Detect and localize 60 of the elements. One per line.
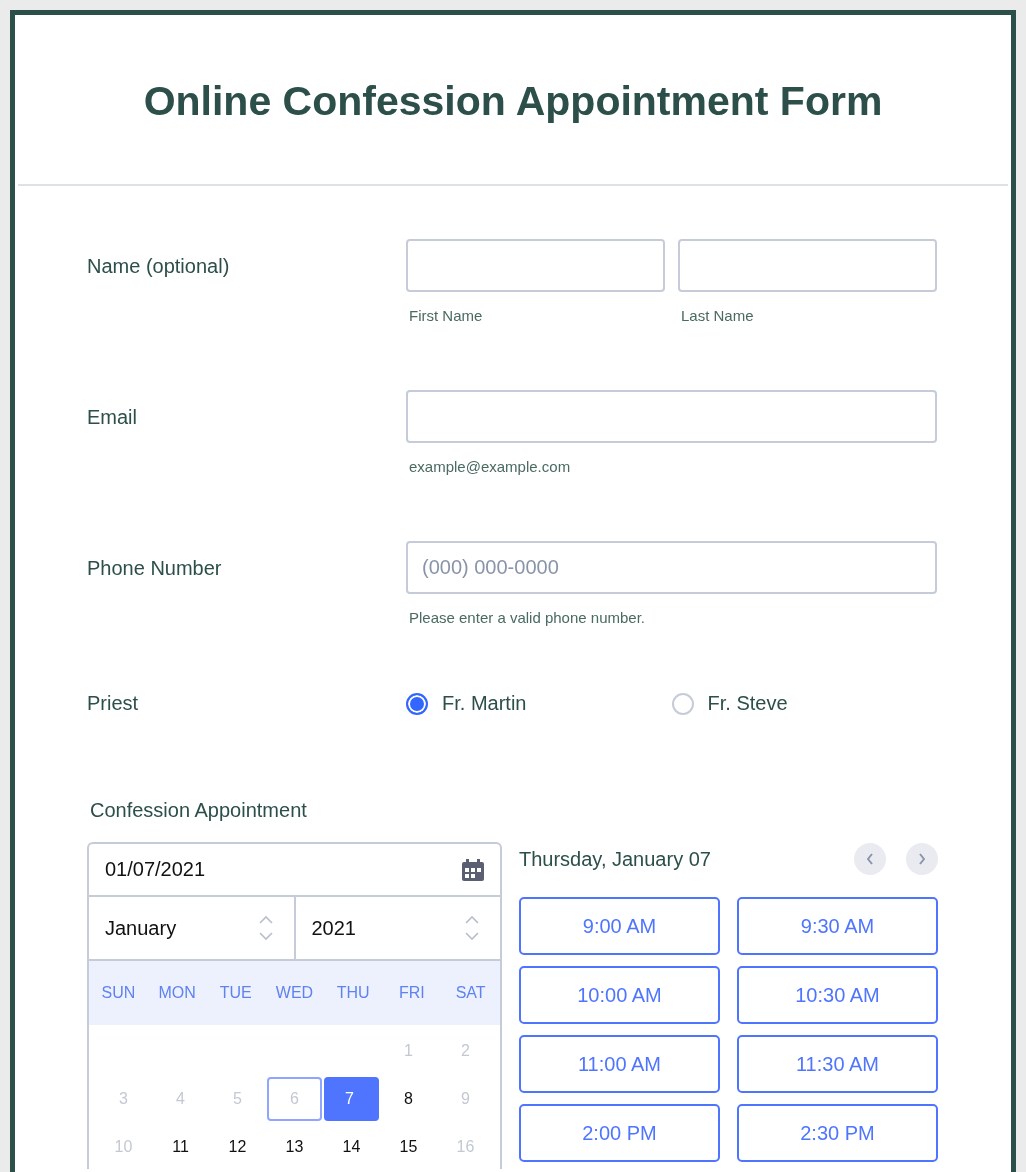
time-slot-button[interactable]: 2:30 PM <box>737 1104 938 1162</box>
month-select[interactable]: January <box>89 897 294 959</box>
chevron-left-icon <box>867 853 873 865</box>
calendar-day: 1 <box>381 1029 436 1073</box>
calendar-day: 5 <box>210 1077 265 1121</box>
time-slot-button[interactable]: 10:30 AM <box>737 966 938 1024</box>
radio-button[interactable] <box>406 692 428 715</box>
calendar-day: 16 <box>438 1125 493 1169</box>
calendar-day: 2 <box>438 1029 493 1073</box>
time-slot-button[interactable]: 11:30 AM <box>737 1035 938 1093</box>
calendar-day[interactable]: 15 <box>381 1125 436 1169</box>
previous-button[interactable] <box>854 843 886 875</box>
weekday-label: WED <box>274 984 315 1002</box>
calendar-day[interactable]: 11 <box>153 1125 208 1169</box>
calendar-day[interactable]: 14 <box>324 1125 379 1169</box>
calendar-day: 9 <box>438 1077 493 1121</box>
field-hint: example@example.com <box>409 458 572 475</box>
year-select[interactable]: 2021 <box>293 897 500 959</box>
input-field[interactable] <box>406 390 937 443</box>
calendar-day[interactable]: 13 <box>267 1125 322 1169</box>
calendar-day: 6 <box>267 1077 322 1121</box>
time-slot-button[interactable]: 10:00 AM <box>519 966 720 1024</box>
field-hint: First Name <box>409 307 484 324</box>
time-slot-button[interactable]: 11:00 AM <box>519 1035 720 1093</box>
weekday-label: SUN <box>100 984 137 1002</box>
spinner-icon <box>257 915 274 941</box>
input-field[interactable]: (000) 000-0000 <box>406 541 937 594</box>
calendar-day: 3 <box>96 1077 151 1121</box>
option-label: Fr. Martin <box>442 692 527 715</box>
field-label: Name (optional) <box>87 254 231 279</box>
weekday-label: THU <box>335 984 371 1002</box>
field-label: Email <box>87 405 138 430</box>
option-label: Fr. Steve <box>707 692 788 715</box>
calendar-day: 4 <box>153 1077 208 1121</box>
time-slot-button[interactable]: 9:00 AM <box>519 897 720 955</box>
chevron-right-icon <box>919 853 925 865</box>
time-slot-button[interactable]: 2:00 PM <box>519 1104 720 1162</box>
calendar-day[interactable]: 8 <box>381 1077 436 1121</box>
weekday-label: SAT <box>454 984 487 1002</box>
spinner-icon <box>464 915 480 941</box>
time-slot-button[interactable]: 9:30 AM <box>737 897 938 955</box>
selected-date: Thursday, January 07 <box>519 847 711 871</box>
field-hint: Please enter a valid phone number. <box>409 609 646 626</box>
next-button[interactable] <box>906 843 938 875</box>
weekday-label: FRI <box>398 984 426 1002</box>
radio-button[interactable] <box>671 692 694 715</box>
form-title: Online Confession Appointment Form <box>142 77 884 126</box>
weekday-label: TUE <box>218 984 253 1002</box>
calendar-day[interactable]: 12 <box>210 1125 265 1169</box>
calendar-day[interactable]: 7 <box>324 1077 379 1121</box>
field-label: Phone Number <box>87 556 223 581</box>
field-label: Priest <box>87 692 140 715</box>
date-value: 01/07/2021 <box>105 858 206 881</box>
input-field[interactable] <box>678 239 937 292</box>
weekday-label: MON <box>157 984 197 1002</box>
field-label: Confession Appointment <box>90 799 308 822</box>
field-hint: Last Name <box>681 307 755 324</box>
calendar-icon[interactable] <box>462 858 484 881</box>
calendar-day: 10 <box>96 1125 151 1169</box>
input-field[interactable] <box>406 239 665 292</box>
